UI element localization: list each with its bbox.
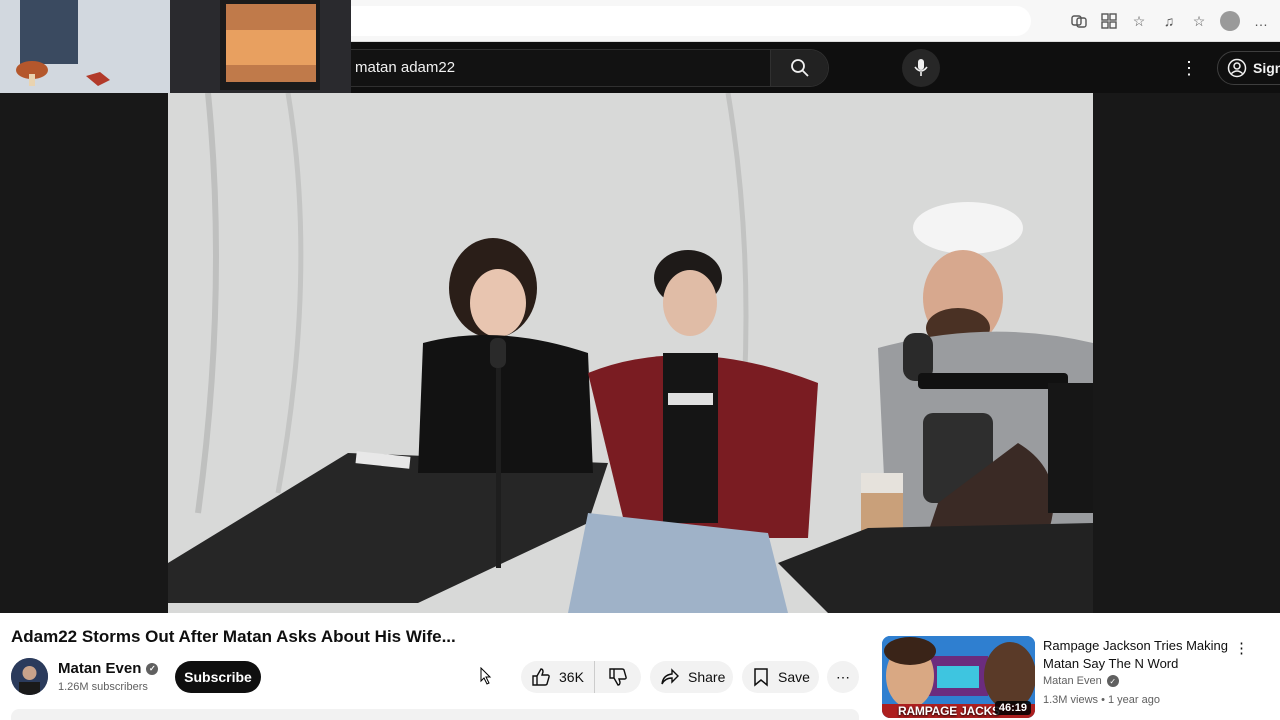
sign-in-label: Sign [1253,60,1280,76]
video-player[interactable] [0,93,1280,613]
address-bar[interactable] [351,6,1031,36]
channel-avatar[interactable] [11,658,48,695]
thumbnail-caption: RAMPAGE JACKS [898,704,1000,718]
related-video-thumbnail[interactable]: RAMPAGE JACKS 46:19 [882,636,1035,718]
share-icon [661,668,679,685]
profile-icon[interactable] [1220,11,1240,31]
related-channel-row: Matan Even ✓ [1043,675,1119,687]
youtube-header: matan adam22 ⋮ Sign [351,42,1280,93]
related-video-title[interactable]: Rampage Jackson Tries Making Matan Say T… [1043,637,1233,673]
share-button[interactable]: Share [650,661,733,693]
bookmark-icon [754,668,768,687]
thumbs-down-icon [609,668,627,686]
account-icon [1227,58,1247,78]
verified-icon: ✓ [1106,675,1119,687]
music-icon[interactable]: ♫ [1160,12,1178,30]
video-duration: 46:19 [994,701,1031,715]
more-icon[interactable]: … [1252,12,1270,30]
channel-name[interactable]: Matan Even [58,660,141,677]
related-channel-name[interactable]: Matan Even [1043,675,1102,687]
browser-toolbar: ☆ ♫ ☆ … [351,0,1280,42]
browser-icons: ☆ ♫ ☆ … [1070,0,1280,42]
translate-icon[interactable] [1070,12,1088,30]
video-info-panel: Adam22 Storms Out After Matan Asks About… [0,613,1280,720]
like-count: 36K [559,669,584,685]
subscribe-button[interactable]: Subscribe [175,661,261,693]
apps-icon[interactable] [1100,12,1118,30]
like-button[interactable]: 36K [521,661,595,693]
video-frame[interactable] [168,93,1093,613]
search-button[interactable] [770,50,828,86]
like-dislike-group: 36K [521,661,641,693]
star-icon[interactable]: ☆ [1130,12,1148,30]
screen: ☆ ♫ ☆ … matan adam22 ⋮ Sign Adam22 Storm… [0,0,1280,720]
favorites-icon[interactable]: ☆ [1190,12,1208,30]
subscriber-count: 1.26M subscribers [58,681,148,693]
video-title: Adam22 Storms Out After Matan Asks About… [11,627,456,646]
voice-search-button[interactable] [902,49,940,87]
related-menu-kebab-icon[interactable]: ⋮ [1234,639,1249,657]
thumbs-up-icon [532,668,550,686]
sign-in-button[interactable]: Sign [1217,51,1280,85]
dislike-button[interactable] [595,661,641,693]
more-horizontal-icon: ⋯ [836,668,850,685]
mouse-cursor-icon [480,666,492,690]
related-video-meta: 1.3M views • 1 year ago [1043,694,1160,706]
search-box: matan adam22 [351,49,829,87]
microphone-icon [914,59,928,76]
channel-name-row: Matan Even ✓ [58,660,159,677]
verified-icon: ✓ [146,662,159,675]
search-input[interactable]: matan adam22 [351,50,770,86]
save-button[interactable]: Save [742,661,819,693]
save-label: Save [778,669,810,685]
settings-kebab-icon[interactable]: ⋮ [1177,56,1201,80]
share-label: Share [688,669,726,685]
search-icon [790,59,809,77]
description-box[interactable] [11,709,859,720]
video-scene [168,93,1093,613]
more-actions-button[interactable]: ⋯ [827,661,859,693]
